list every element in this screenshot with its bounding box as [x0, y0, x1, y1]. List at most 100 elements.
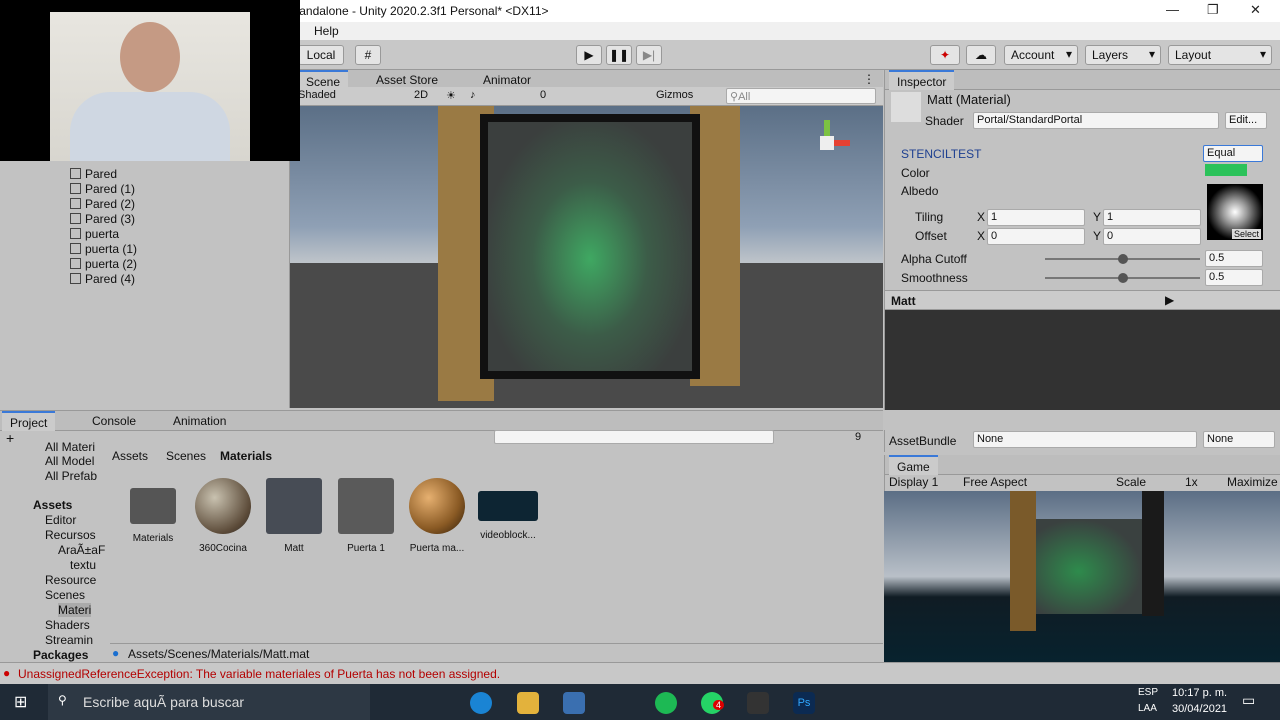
- hierarchy-item[interactable]: Pared (2): [70, 197, 135, 211]
- layout-dropdown[interactable]: Layout: [1168, 45, 1272, 65]
- portal-surface: [480, 114, 700, 379]
- tree-assets[interactable]: Assets: [33, 498, 72, 512]
- windows-start-icon[interactable]: ⊞: [14, 692, 27, 712]
- tree-item[interactable]: Scenes: [45, 588, 85, 602]
- alpha-slider-knob[interactable]: [1118, 254, 1128, 264]
- asset-item[interactable]: Materials: [118, 478, 188, 544]
- assetbundle-dropdown[interactable]: None: [973, 431, 1197, 448]
- hidden-objects-count[interactable]: 0: [540, 89, 546, 101]
- layers-dropdown[interactable]: Layers: [1085, 45, 1161, 65]
- tiling-y-field[interactable]: 1: [1103, 209, 1201, 226]
- edge-icon[interactable]: [470, 692, 492, 714]
- hierarchy-item[interactable]: Pared (1): [70, 182, 135, 196]
- hierarchy-item[interactable]: puerta: [70, 227, 119, 241]
- preview-play-icon[interactable]: ▶: [1165, 293, 1174, 307]
- unity-icon[interactable]: [747, 692, 769, 714]
- smoothness-field[interactable]: 0.5: [1205, 269, 1263, 286]
- asset-item[interactable]: Matt: [259, 478, 329, 554]
- hierarchy-item[interactable]: puerta (2): [70, 257, 137, 271]
- breadcrumb-item[interactable]: Scenes: [166, 449, 206, 463]
- store-icon[interactable]: [563, 692, 585, 714]
- favorite-item[interactable]: All Materi: [45, 440, 95, 454]
- breadcrumb-item[interactable]: Assets: [112, 449, 148, 463]
- albedo-texture-slot[interactable]: Select: [1207, 184, 1263, 240]
- pause-button[interactable]: ❚❚: [606, 45, 632, 65]
- lighting-icon[interactable]: ☀: [446, 89, 456, 102]
- tab-project[interactable]: Project: [2, 411, 56, 431]
- scene-gizmo[interactable]: [802, 120, 852, 180]
- asset-item[interactable]: 360Cocina: [188, 478, 258, 554]
- asset-item[interactable]: Puerta 1: [331, 478, 401, 554]
- game-viewport[interactable]: [884, 491, 1280, 662]
- tree-item[interactable]: AraÃ±aF: [58, 543, 105, 557]
- audio-icon[interactable]: ♪: [470, 89, 476, 101]
- lang-secondary[interactable]: LAA: [1138, 703, 1157, 714]
- tab-console[interactable]: Console: [84, 411, 144, 431]
- project-search-input[interactable]: [494, 430, 774, 444]
- scene-search-input[interactable]: ⚲ All: [726, 88, 876, 104]
- assetbundle-variant-dropdown[interactable]: None: [1203, 431, 1275, 448]
- grid-snap-button[interactable]: #: [355, 45, 381, 65]
- tree-item[interactable]: textu: [70, 558, 96, 572]
- breadcrumb-item[interactable]: Materials: [220, 449, 272, 463]
- select-button[interactable]: Select: [1231, 229, 1261, 239]
- tree-item[interactable]: Editor: [45, 513, 76, 527]
- display-dropdown[interactable]: Display 1: [889, 475, 938, 489]
- shader-dropdown[interactable]: Portal/StandardPortal: [973, 112, 1219, 129]
- aspect-dropdown[interactable]: Free Aspect: [963, 475, 1027, 489]
- color-swatch[interactable]: [1205, 164, 1247, 176]
- more-icon[interactable]: ⋮: [863, 72, 875, 86]
- cloud-icon[interactable]: ☁: [966, 45, 996, 65]
- tree-item-selected[interactable]: Materi: [58, 603, 92, 617]
- gizmo-x-axis-icon: [834, 140, 850, 146]
- restore-icon[interactable]: ❐: [1207, 2, 1219, 18]
- tab-inspector[interactable]: Inspector: [889, 70, 955, 90]
- tree-item[interactable]: Resource: [45, 573, 96, 587]
- hierarchy-item[interactable]: puerta (1): [70, 242, 137, 256]
- favorite-item[interactable]: All Prefab: [45, 469, 97, 483]
- clock-time[interactable]: 10:17 p. m.: [1172, 687, 1227, 699]
- file-explorer-icon[interactable]: [517, 692, 539, 714]
- shader-edit-button[interactable]: Edit...: [1225, 112, 1267, 129]
- alpha-cutoff-field[interactable]: 0.5: [1205, 250, 1263, 267]
- account-dropdown[interactable]: Account: [1004, 45, 1078, 65]
- tiling-x-field[interactable]: 1: [987, 209, 1085, 226]
- photoshop-icon[interactable]: Ps: [793, 692, 815, 714]
- play-button[interactable]: ▶: [576, 45, 602, 65]
- stenciltest-label: STENCILTEST: [901, 147, 982, 161]
- tree-item[interactable]: Recursos: [45, 528, 96, 542]
- collab-icon[interactable]: ✦: [930, 45, 960, 65]
- whatsapp-icon[interactable]: 4: [701, 692, 725, 714]
- pivot-local-button[interactable]: Local: [298, 45, 344, 65]
- hierarchy-item[interactable]: Pared: [70, 167, 117, 181]
- offset-x-field[interactable]: 0: [987, 228, 1085, 245]
- favorite-item[interactable]: All Model: [45, 454, 94, 468]
- menu-help[interactable]: Help: [314, 24, 339, 38]
- clock-date[interactable]: 30/04/2021: [1172, 703, 1227, 715]
- tree-item[interactable]: Streamin: [45, 633, 93, 647]
- taskbar-search[interactable]: ⚲ Escribe aquÃ­ para buscar: [48, 684, 370, 720]
- asset-item[interactable]: Puerta ma...: [402, 478, 472, 554]
- scene-viewport[interactable]: [290, 106, 883, 408]
- spotify-icon[interactable]: [655, 692, 677, 714]
- tab-animation[interactable]: Animation: [165, 411, 234, 431]
- error-message[interactable]: UnassignedReferenceException: The variab…: [18, 667, 500, 681]
- minimize-icon[interactable]: —: [1166, 2, 1179, 17]
- tree-item[interactable]: Shaders: [45, 618, 90, 632]
- 2d-toggle[interactable]: 2D: [414, 89, 428, 101]
- gizmos-dropdown[interactable]: Gizmos: [656, 89, 693, 101]
- close-icon[interactable]: ✕: [1250, 2, 1261, 18]
- hierarchy-item[interactable]: Pared (3): [70, 212, 135, 226]
- tree-packages[interactable]: Packages: [33, 648, 88, 662]
- smoothness-slider-knob[interactable]: [1118, 273, 1128, 283]
- tab-game[interactable]: Game: [889, 455, 938, 475]
- hierarchy-item[interactable]: Pared (4): [70, 272, 135, 286]
- offset-y-field[interactable]: 0: [1103, 228, 1201, 245]
- asset-item[interactable]: videoblock...: [473, 478, 543, 541]
- stencil-dropdown[interactable]: Equal: [1203, 145, 1263, 162]
- shading-dropdown[interactable]: Shaded: [298, 89, 336, 101]
- step-button[interactable]: ▶|: [636, 45, 662, 65]
- lang-primary[interactable]: ESP: [1138, 687, 1158, 698]
- maximize-toggle[interactable]: Maximize: [1227, 475, 1278, 489]
- notifications-icon[interactable]: ▭: [1242, 692, 1255, 709]
